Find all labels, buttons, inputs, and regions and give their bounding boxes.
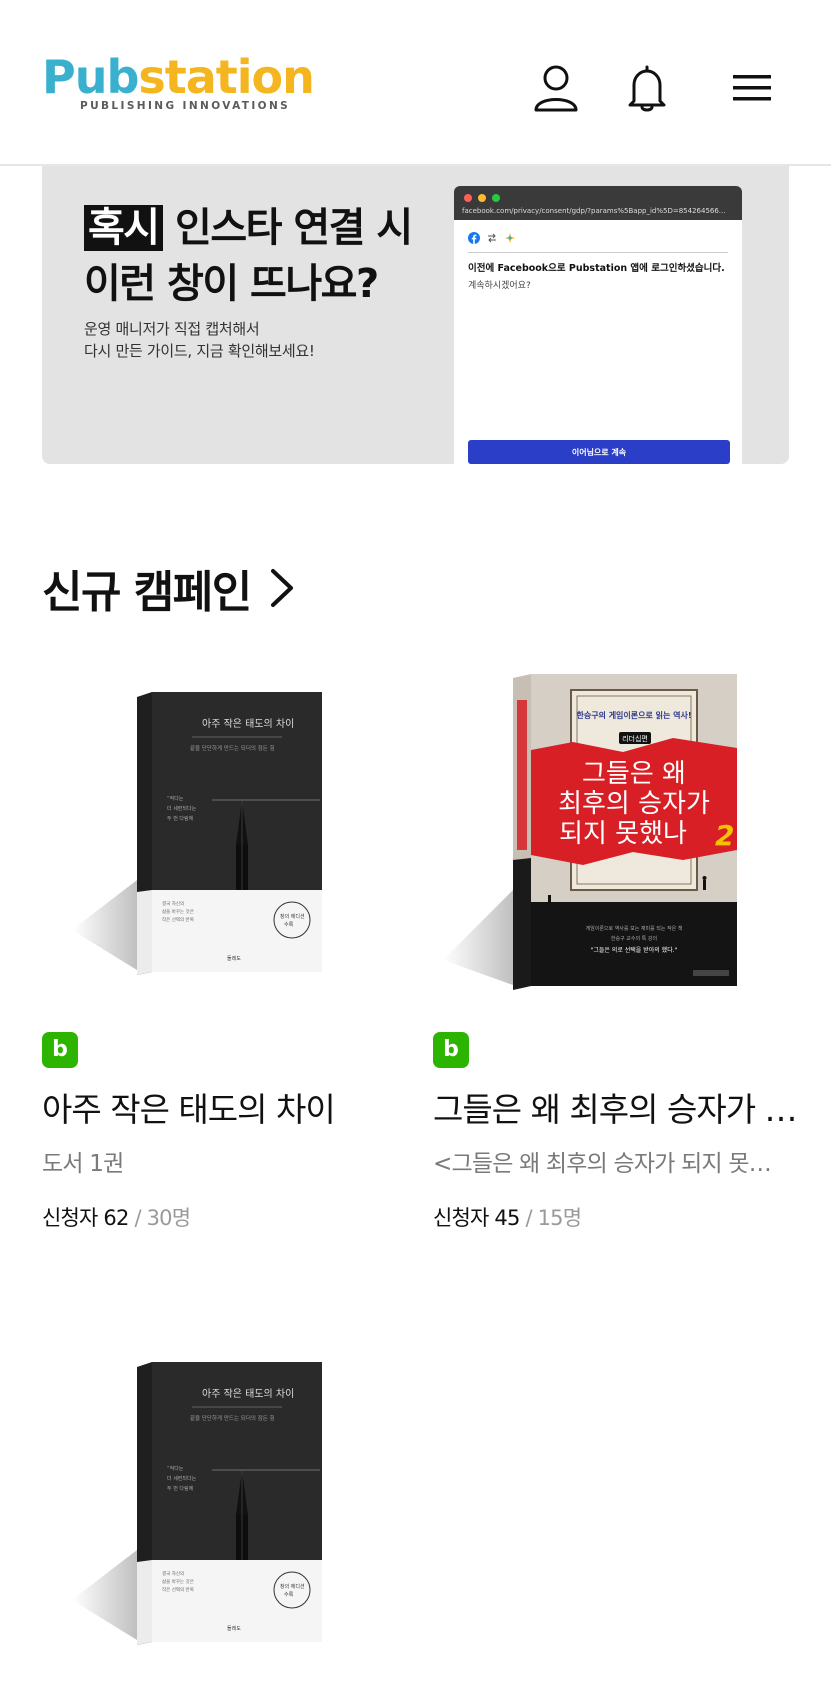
svg-text:창의 에디션: 창의 에디션 [280, 1583, 305, 1590]
banner-title-rest: 인스타 연결 시 [162, 205, 413, 251]
chevron-right-icon [270, 569, 293, 607]
svg-text:수록: 수록 [284, 922, 294, 928]
window-minimize-dot [478, 194, 486, 202]
user-icon-svg [534, 65, 578, 112]
blog-badge: b [433, 1032, 469, 1068]
section-title: 신규 캠페인 [42, 567, 252, 618]
campaign-title: 아주 작은 태도의 차이 [42, 1090, 336, 1129]
campaign-applicants: 신청자 62 / 30명 [42, 1202, 191, 1232]
user-icon[interactable] [528, 60, 584, 116]
menu-icon[interactable] [724, 60, 780, 116]
campaign-card[interactable]: 한승구의 게임이론으로 읽는 역사! 리더십편 그들은 왜 최후의 승자가 되지… [433, 640, 803, 1240]
consent-screenshot-mock: facebook.com/privacy/consent/gdp/?params… [454, 186, 742, 464]
cover-author-text: 돌레도 [227, 955, 241, 962]
cover-tag-text: 리더십편 [622, 734, 648, 743]
campaign-card[interactable]: 아주 작은 태도의 차이 끝을 단단하게 만드는 되더의 잠든 힘 “작다는 더… [42, 640, 412, 1240]
new-campaigns-header[interactable]: 신규 캠페인 [42, 556, 295, 620]
svg-text:“작다는: “작다는 [167, 795, 184, 802]
app-header: Pubstation PUBLISHING INNOVATIONS [0, 0, 831, 166]
banner-subtitle-line1: 운영 매니저가 직접 캡처해서 [84, 320, 260, 338]
cover-title-text: 아주 작은 태도의 차이 [202, 1388, 294, 1400]
svg-text:창의 에디션: 창의 에디션 [280, 913, 305, 920]
book-cover-art: 한승구의 게임이론으로 읽는 역사! 리더십편 그들은 왜 최후의 승자가 되지… [443, 674, 737, 990]
logo-tagline: PUBLISHING INNOVATIONS [80, 100, 291, 112]
svg-text:한승구 교수의 특 강의: 한승구 교수의 특 강의 [611, 935, 657, 942]
svg-text:결국 자신의: 결국 자신의 [162, 900, 184, 907]
banner-title-highlight: 혹시 [84, 205, 163, 251]
svg-text:삶을 바꾸는 것은: 삶을 바꾸는 것은 [162, 1578, 194, 1585]
cover-line1: 그들은 왜 [582, 759, 686, 789]
menu-icon-svg [733, 75, 771, 101]
banner-title-line2: 이런 창이 뜨나요? [84, 261, 379, 307]
promo-banner[interactable]: 혹시 인스타 연결 시 이런 창이 뜨나요? 운영 매니저가 직접 캡처해서 다… [42, 166, 789, 464]
quota-count: / 30명 [128, 1206, 191, 1230]
svg-text:두 번 다림에: 두 번 다림에 [167, 1485, 194, 1492]
mock-divider [468, 252, 728, 253]
campaign-card[interactable]: 아주 작은 태도의 차이 끝을 단단하게 만드는 되더의 잠든 힘 “작다는 더… [42, 1310, 412, 1686]
cover-number: 2 [715, 819, 734, 852]
svg-text:“작다는: “작다는 [167, 1465, 184, 1472]
svg-text:작은 선택의 반복: 작은 선택의 반복 [162, 916, 194, 923]
cover-bottom-text: "그들은 의로 선택을 받아의 했다." [591, 946, 678, 954]
svg-text:게임이론으로 역사를 보는 재미를 되는 작은 책: 게임이론으로 역사를 보는 재미를 되는 작은 책 [586, 925, 683, 932]
book-cover-1: 아주 작은 태도의 차이 끝을 단단하게 만드는 되더의 잠든 힘 “작다는 더… [42, 640, 412, 1010]
pubstation-app-icon [505, 233, 515, 243]
sync-icon [488, 233, 496, 243]
banner-subtitle-line2: 다시 만든 가이드, 지금 확인해보세요! [84, 342, 315, 360]
bell-icon[interactable] [619, 60, 675, 116]
svg-text:결국 자신의: 결국 자신의 [162, 1570, 184, 1577]
applicant-count: 신청자 45 [433, 1206, 520, 1230]
campaign-title: 그들은 왜 최후의 승자가 … [433, 1090, 798, 1129]
cover-subtitle-text: 끝을 단단하게 만드는 되더의 잠든 힘 [190, 744, 275, 752]
book-cover-art: 아주 작은 태도의 차이 끝을 단단하게 만드는 되더의 잠든 힘 “작다는 더… [72, 1362, 322, 1645]
mock-text: 계속하시겠어요? [468, 281, 531, 291]
svg-text:두 번 다림에: 두 번 다림에 [167, 815, 194, 822]
mock-app-icons [468, 232, 516, 244]
browser-bar: facebook.com/privacy/consent/gdp/?params… [454, 186, 742, 220]
browser-url: facebook.com/privacy/consent/gdp/?params… [462, 207, 726, 215]
cover-top-text: 한승구의 게임이론으로 읽는 역사! [576, 710, 691, 720]
book-cover-art: 아주 작은 태도의 차이 끝을 단단하게 만드는 되더의 잠든 힘 “작다는 더… [72, 692, 322, 975]
svg-text:수록: 수록 [284, 1592, 294, 1598]
book-cover-3: 아주 작은 태도의 차이 끝을 단단하게 만드는 되더의 잠든 힘 “작다는 더… [42, 1310, 412, 1680]
mock-heading: 이전에 Facebook으로 Pubstation 앱에 로그인하셨습니다. [468, 263, 725, 274]
bell-icon-svg [628, 65, 666, 112]
cover-line3: 되지 못했나 [559, 819, 687, 849]
cover-subtitle-text: 끝을 단단하게 만드는 되더의 잠든 힘 [190, 1414, 275, 1422]
cover-title-text: 아주 작은 태도의 차이 [202, 718, 294, 730]
svg-text:삶을 바꾸는 것은: 삶을 바꾸는 것은 [162, 908, 194, 915]
quota-count: / 15명 [519, 1206, 582, 1230]
window-zoom-dot [492, 194, 500, 202]
banner-subtitle: 운영 매니저가 직접 캡처해서 다시 만든 가이드, 지금 확인해보세요! [84, 318, 444, 362]
campaign-desc: <그들은 왜 최후의 승자가 되지 못… [433, 1151, 772, 1177]
facebook-icon [468, 232, 480, 244]
campaign-applicants: 신청자 45 / 15명 [433, 1202, 582, 1232]
cover-line2: 최후의 승자가 [558, 789, 710, 819]
banner-title: 혹시 인스타 연결 시 이런 창이 뜨나요? [84, 200, 444, 312]
svg-text:더 세련되다는: 더 세련되다는 [167, 805, 197, 812]
window-close-dot [464, 194, 472, 202]
logo-wordmark: Pubstation [42, 50, 315, 104]
svg-text:더 세련되다는: 더 세련되다는 [167, 1475, 197, 1482]
applicant-count: 신청자 62 [42, 1206, 129, 1230]
cover-author-text: 돌레도 [227, 1625, 241, 1632]
blog-badge: b [42, 1032, 78, 1068]
mock-continue-button: 이어님으로 계속 [468, 440, 730, 464]
pubstation-logo[interactable]: Pubstation PUBLISHING INNOVATIONS [42, 50, 315, 120]
campaign-desc: 도서 1권 [42, 1151, 124, 1177]
svg-text:작은 선택의 반복: 작은 선택의 반복 [162, 1586, 194, 1593]
book-cover-2: 한승구의 게임이론으로 읽는 역사! 리더십편 그들은 왜 최후의 승자가 되지… [433, 640, 803, 1010]
